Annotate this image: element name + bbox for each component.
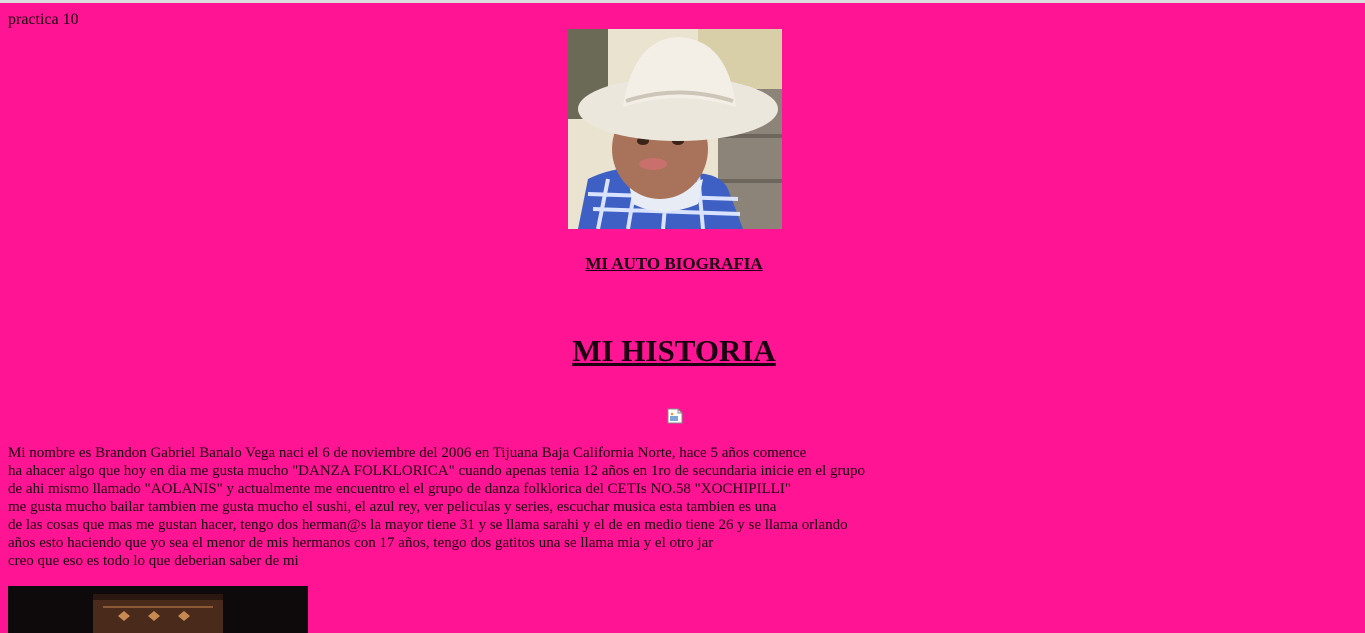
dance-photo bbox=[8, 586, 308, 633]
browser-top-border bbox=[0, 0, 1365, 3]
page-label: practica 10 bbox=[8, 11, 79, 28]
story-line: ha ahacer algo que hoy en dia me gusta m… bbox=[8, 463, 865, 479]
broken-image-icon bbox=[667, 408, 683, 424]
story-line: Mi nombre es Brandon Gabriel Banalo Vega… bbox=[8, 445, 807, 461]
story-line: me gusta mucho bailar tambien me gusta m… bbox=[8, 499, 777, 515]
page-title: MI HISTORIA bbox=[572, 333, 776, 368]
story-line: de las cosas que mas me gustan hacer, te… bbox=[8, 517, 848, 533]
story-line: creo que eso es todo lo que deberian sab… bbox=[8, 553, 299, 569]
profile-photo bbox=[568, 29, 782, 229]
story-text: Mi nombre es Brandon Gabriel Banalo Vega… bbox=[8, 444, 1008, 570]
story-line: años esto haciendo que yo sea el menor d… bbox=[8, 535, 714, 551]
story-line: de ahi mismo llamado "AOLANIS" y actualm… bbox=[8, 481, 792, 497]
autobiography-subtitle: MI AUTO BIOGRAFIA bbox=[585, 254, 763, 273]
